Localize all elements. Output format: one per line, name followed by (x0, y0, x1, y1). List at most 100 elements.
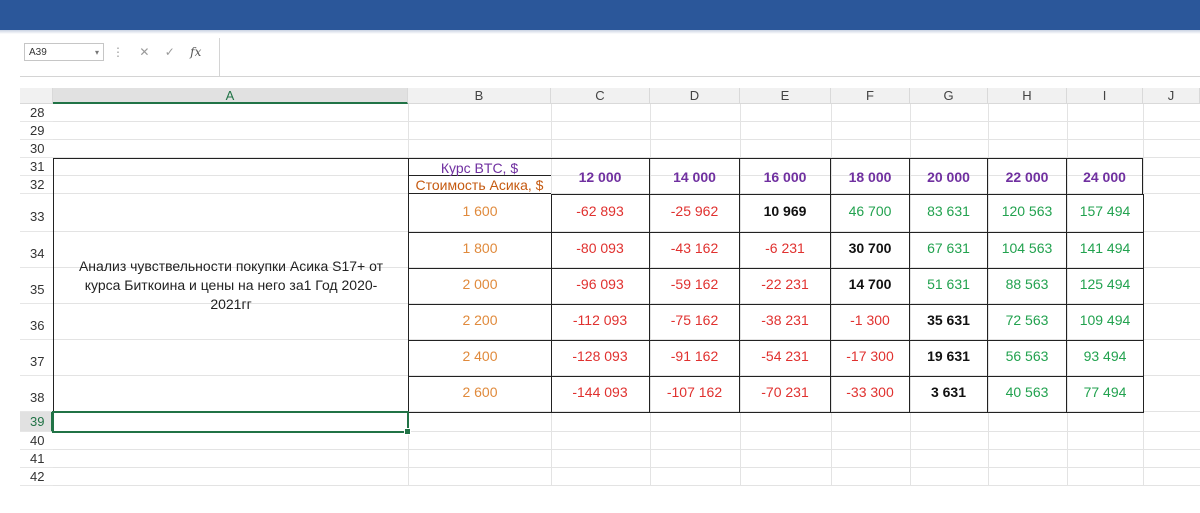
row-header-41[interactable]: 41 (20, 450, 53, 468)
select-all-corner[interactable] (20, 88, 53, 104)
value-cell[interactable]: -62 893 (551, 194, 650, 233)
asic-price-cell[interactable]: 2 400 (408, 340, 552, 377)
btc-price-header[interactable]: 16 000 (740, 158, 831, 195)
name-box-value: A39 (29, 47, 47, 58)
value-cell[interactable]: -43 162 (650, 232, 740, 269)
column-header-f[interactable]: F (831, 88, 910, 104)
value-cell[interactable]: -6 231 (740, 232, 831, 269)
btc-price-label[interactable]: Курс BTC, $ (408, 158, 551, 176)
value-cell[interactable]: 40 563 (988, 376, 1067, 413)
value-cell[interactable]: -128 093 (551, 340, 650, 377)
value-cell[interactable]: -33 300 (831, 376, 910, 413)
row-header-35[interactable]: 35 (20, 268, 53, 304)
asic-price-cell[interactable]: 2 600 (408, 376, 552, 413)
merged-title-cell[interactable]: Анализ чувствельности покупки Асика S17+… (53, 158, 409, 413)
row-header-42[interactable]: 42 (20, 468, 53, 486)
value-cell[interactable]: 3 631 (910, 376, 988, 413)
cancel-icon[interactable]: ✕ (139, 43, 149, 61)
asic-price-cell[interactable]: 1 800 (408, 232, 552, 269)
value-cell[interactable]: 83 631 (910, 194, 988, 233)
gridline-horizontal (53, 139, 1200, 140)
column-header-h[interactable]: H (988, 88, 1067, 104)
value-cell[interactable]: -54 231 (740, 340, 831, 377)
name-box[interactable]: A39 ▾ (24, 43, 104, 61)
value-cell[interactable]: 19 631 (910, 340, 988, 377)
value-cell[interactable]: -75 162 (650, 304, 740, 341)
enter-icon[interactable]: ✓ (165, 43, 175, 61)
formula-bar-icons: ⋮ ✕ ✓ fx (112, 43, 213, 61)
value-cell[interactable]: 157 494 (1067, 194, 1144, 233)
formula-input[interactable] (220, 38, 1200, 76)
value-cell[interactable]: -144 093 (551, 376, 650, 413)
value-cell[interactable]: 67 631 (910, 232, 988, 269)
value-cell[interactable]: 14 700 (831, 268, 910, 305)
value-cell[interactable]: -1 300 (831, 304, 910, 341)
row-header-31[interactable]: 31 (20, 158, 53, 176)
column-header-c[interactable]: C (551, 88, 650, 104)
value-cell[interactable]: -107 162 (650, 376, 740, 413)
value-cell[interactable]: -17 300 (831, 340, 910, 377)
gridline-horizontal (53, 485, 1200, 486)
value-cell[interactable]: -59 162 (650, 268, 740, 305)
gridline-horizontal (53, 467, 1200, 468)
value-cell[interactable]: -25 962 (650, 194, 740, 233)
row-header-33[interactable]: 33 (20, 194, 53, 232)
btc-price-header[interactable]: 20 000 (910, 158, 988, 195)
btc-price-header[interactable]: 22 000 (988, 158, 1067, 195)
value-cell[interactable]: 46 700 (831, 194, 910, 233)
value-cell[interactable]: -80 093 (551, 232, 650, 269)
app-title-bar (0, 0, 1200, 30)
value-cell[interactable]: 125 494 (1067, 268, 1144, 305)
asic-price-cell[interactable]: 2 200 (408, 304, 552, 341)
value-cell[interactable]: 51 631 (910, 268, 988, 305)
value-cell[interactable]: -70 231 (740, 376, 831, 413)
value-cell[interactable]: 35 631 (910, 304, 988, 341)
column-header-j[interactable]: J (1143, 88, 1200, 104)
active-cell-selection[interactable] (52, 411, 411, 435)
row-header-38[interactable]: 38 (20, 376, 53, 412)
gridline-horizontal (53, 449, 1200, 450)
row-header-30[interactable]: 30 (20, 140, 53, 158)
value-cell[interactable]: 56 563 (988, 340, 1067, 377)
row-header-37[interactable]: 37 (20, 340, 53, 376)
value-cell[interactable]: -91 162 (650, 340, 740, 377)
row-header-29[interactable]: 29 (20, 122, 53, 140)
row-header-39[interactable]: 39 (20, 412, 53, 432)
asic-price-cell[interactable]: 2 000 (408, 268, 552, 305)
row-header-40[interactable]: 40 (20, 432, 53, 450)
column-header-i[interactable]: I (1067, 88, 1143, 104)
row-header-28[interactable]: 28 (20, 104, 53, 122)
title-bar-shadow (0, 30, 1200, 34)
value-cell[interactable]: -112 093 (551, 304, 650, 341)
chevron-down-icon[interactable]: ▾ (95, 44, 99, 62)
column-header-e[interactable]: E (740, 88, 831, 104)
column-header-d[interactable]: D (650, 88, 740, 104)
value-cell[interactable]: 88 563 (988, 268, 1067, 305)
row-header-36[interactable]: 36 (20, 304, 53, 340)
value-cell[interactable]: -22 231 (740, 268, 831, 305)
value-cell[interactable]: 120 563 (988, 194, 1067, 233)
btc-price-header[interactable]: 24 000 (1067, 158, 1143, 195)
column-header-g[interactable]: G (910, 88, 988, 104)
column-header-b[interactable]: B (408, 88, 551, 104)
btc-price-header[interactable]: 14 000 (650, 158, 740, 195)
value-cell[interactable]: 109 494 (1067, 304, 1144, 341)
value-cell[interactable]: 72 563 (988, 304, 1067, 341)
asic-price-cell[interactable]: 1 600 (408, 194, 552, 233)
asic-price-label[interactable]: Стоимость Асика, $ (408, 176, 551, 194)
value-cell[interactable]: 104 563 (988, 232, 1067, 269)
value-cell[interactable]: 10 969 (740, 194, 831, 233)
gridline-horizontal (53, 121, 1200, 122)
value-cell[interactable]: 93 494 (1067, 340, 1144, 377)
value-cell[interactable]: 77 494 (1067, 376, 1144, 413)
value-cell[interactable]: -38 231 (740, 304, 831, 341)
value-cell[interactable]: -96 093 (551, 268, 650, 305)
value-cell[interactable]: 141 494 (1067, 232, 1144, 269)
column-header-a[interactable]: A (53, 88, 408, 104)
row-header-32[interactable]: 32 (20, 176, 53, 194)
value-cell[interactable]: 30 700 (831, 232, 910, 269)
row-header-34[interactable]: 34 (20, 232, 53, 268)
insert-function-icon[interactable]: fx (190, 43, 201, 61)
btc-price-header[interactable]: 18 000 (831, 158, 910, 195)
btc-price-header[interactable]: 12 000 (551, 158, 650, 195)
